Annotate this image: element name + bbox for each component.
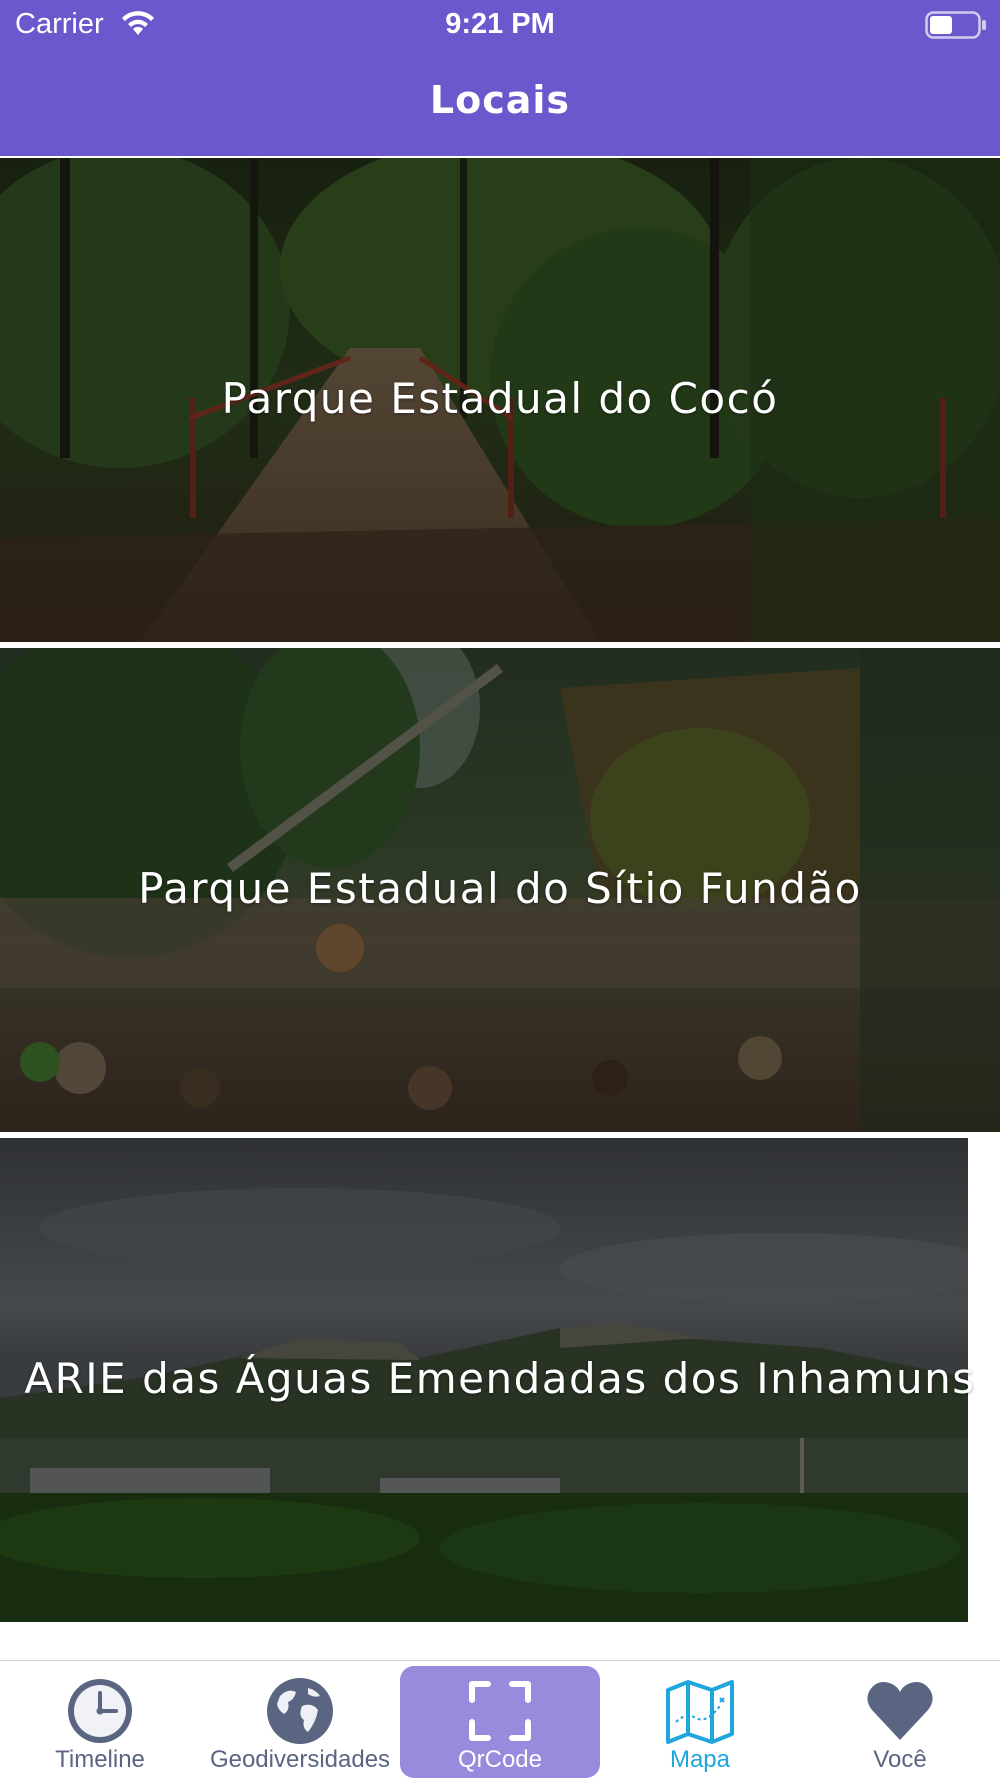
status-bar: Carrier 9:21 PM (0, 0, 1000, 50)
qr-scan-icon (469, 1681, 531, 1741)
location-title: ARIE das Águas Emendadas dos Inhamuns (24, 1354, 976, 1403)
tab-label: QrCode (457, 1746, 543, 1773)
tab-label: Timeline (55, 1746, 145, 1773)
status-time: 9:21 PM (445, 8, 555, 40)
page-title: Locais (429, 78, 571, 122)
location-title: Parque Estadual do Cocó (221, 374, 779, 423)
battery-icon (925, 11, 986, 39)
map-icon (666, 1680, 734, 1744)
location-card-coco[interactable]: Parque Estadual do Cocó (0, 158, 1000, 642)
heart-icon (867, 1682, 933, 1740)
tab-bar: Timeline Geodiversidades QrCode Mapa Voc… (0, 1660, 1000, 1779)
location-card-sitio-fundao[interactable]: Parque Estadual do Sítio Fundão (0, 648, 1000, 1132)
tab-mapa[interactable]: Mapa (600, 1666, 800, 1778)
globe-icon (267, 1678, 333, 1744)
navigation-header: Carrier 9:21 PM Locais (0, 0, 1000, 156)
tab-label: Você (873, 1746, 927, 1773)
tab-qrcode[interactable]: QrCode (400, 1666, 600, 1778)
tab-timeline[interactable]: Timeline (0, 1666, 200, 1778)
tab-geodiversidades[interactable]: Geodiversidades (200, 1666, 400, 1778)
clock-icon (68, 1679, 132, 1743)
location-card-arie-inhamuns[interactable]: ARIE das Águas Emendadas dos Inhamuns (0, 1138, 1000, 1622)
location-title: Parque Estadual do Sítio Fundão (138, 864, 862, 913)
tab-label: Mapa (669, 1746, 731, 1773)
tab-voce[interactable]: Você (800, 1666, 1000, 1778)
tab-label: Geodiversidades (209, 1746, 391, 1773)
